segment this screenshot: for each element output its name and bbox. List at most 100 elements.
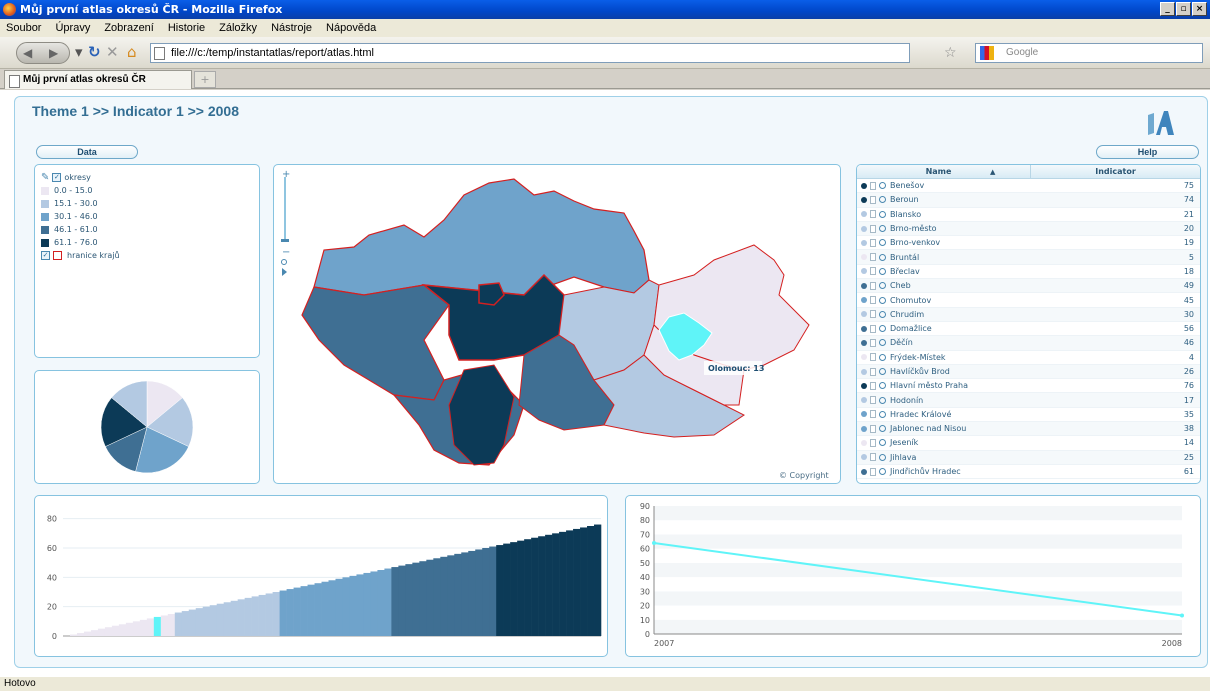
bar[interactable] bbox=[181, 611, 190, 636]
profile-page-icon[interactable] bbox=[870, 253, 876, 262]
menu-zalozky[interactable]: Záložky bbox=[217, 19, 259, 37]
bar[interactable] bbox=[405, 564, 413, 636]
zoom-to-area-icon[interactable] bbox=[879, 410, 886, 418]
bar[interactable] bbox=[440, 556, 448, 636]
zoom-to-area-icon[interactable] bbox=[879, 210, 886, 218]
bar[interactable] bbox=[328, 580, 336, 636]
pan-arrow-icon[interactable] bbox=[282, 268, 287, 276]
zoom-to-area-icon[interactable] bbox=[879, 425, 886, 433]
bar[interactable] bbox=[300, 586, 308, 636]
bar[interactable] bbox=[188, 609, 197, 636]
bar[interactable] bbox=[335, 578, 343, 636]
table-row[interactable]: Hlavní město Praha 76 bbox=[857, 379, 1200, 394]
zoom-to-area-icon[interactable] bbox=[879, 325, 886, 333]
bar[interactable] bbox=[412, 562, 420, 636]
bar[interactable] bbox=[223, 602, 231, 636]
zoom-to-area-icon[interactable] bbox=[879, 468, 886, 476]
profile-page-icon[interactable] bbox=[870, 396, 876, 405]
bar[interactable] bbox=[111, 625, 120, 636]
reload-icon[interactable]: ↻ bbox=[88, 44, 101, 60]
table-row[interactable]: Domažlice 56 bbox=[857, 322, 1200, 337]
menu-nastroje[interactable]: Nástroje bbox=[269, 19, 314, 37]
profile-page-icon[interactable] bbox=[870, 410, 876, 419]
table-row[interactable]: Blansko 21 bbox=[857, 208, 1200, 222]
profile-page-icon[interactable] bbox=[870, 224, 876, 233]
bar[interactable] bbox=[69, 634, 78, 636]
bar[interactable] bbox=[146, 618, 155, 636]
search-input[interactable]: Google bbox=[975, 43, 1203, 63]
maximize-button[interactable]: ▫ bbox=[1176, 2, 1191, 16]
bar[interactable] bbox=[545, 534, 553, 636]
bar[interactable] bbox=[496, 545, 504, 636]
table-row[interactable]: Jeseník 14 bbox=[857, 436, 1200, 451]
stop-icon[interactable]: ✕ bbox=[106, 44, 119, 60]
zoom-to-area-icon[interactable] bbox=[879, 253, 886, 261]
bar[interactable] bbox=[363, 572, 371, 636]
profile-page-icon[interactable] bbox=[870, 453, 876, 462]
bar[interactable] bbox=[370, 571, 378, 636]
zoom-to-area-icon[interactable] bbox=[879, 339, 886, 347]
menu-napoveda[interactable]: Nápověda bbox=[324, 19, 378, 37]
bar[interactable] bbox=[314, 583, 322, 636]
zoom-search-icon[interactable] bbox=[281, 259, 287, 265]
menu-soubor[interactable]: Soubor bbox=[4, 19, 43, 37]
bar[interactable] bbox=[482, 548, 490, 636]
zoom-to-area-icon[interactable] bbox=[879, 196, 886, 204]
profile-page-icon[interactable] bbox=[870, 367, 876, 376]
bar[interactable] bbox=[202, 606, 211, 636]
home-icon[interactable]: ⌂ bbox=[127, 44, 137, 60]
help-button[interactable]: Help bbox=[1096, 145, 1199, 159]
profile-page-icon[interactable] bbox=[870, 296, 876, 305]
bar[interactable] bbox=[132, 621, 141, 636]
column-header-name[interactable]: Name bbox=[887, 165, 990, 178]
sort-asc-icon[interactable]: ▲ bbox=[990, 165, 1030, 178]
table-row[interactable]: Cheb 49 bbox=[857, 279, 1200, 294]
data-button[interactable]: Data bbox=[36, 145, 138, 159]
table-row[interactable]: Brno-město 20 bbox=[857, 221, 1200, 237]
bar[interactable] bbox=[251, 596, 259, 636]
bar[interactable] bbox=[349, 575, 357, 636]
zoom-to-area-icon[interactable] bbox=[879, 382, 886, 390]
table-row[interactable]: Jablonec nad Nisou 38 bbox=[857, 422, 1200, 437]
bar[interactable] bbox=[377, 570, 385, 636]
zoom-to-area-icon[interactable] bbox=[879, 439, 886, 447]
table-row[interactable]: Hodonín 17 bbox=[857, 393, 1200, 408]
profile-page-icon[interactable] bbox=[870, 353, 876, 362]
zoom-to-area-icon[interactable] bbox=[879, 182, 886, 190]
layer-checkbox-okresy[interactable]: ✓ bbox=[52, 173, 62, 182]
bar[interactable] bbox=[531, 537, 539, 636]
bar[interactable] bbox=[279, 590, 287, 636]
bar[interactable] bbox=[153, 616, 162, 636]
table-row[interactable]: Chrudim 30 bbox=[857, 307, 1200, 322]
bar[interactable] bbox=[139, 619, 148, 636]
bar[interactable] bbox=[587, 526, 595, 636]
bar[interactable] bbox=[83, 631, 92, 636]
bar[interactable] bbox=[384, 568, 392, 636]
bar[interactable] bbox=[559, 531, 567, 636]
zoom-slider-handle[interactable] bbox=[281, 239, 289, 242]
new-tab-button[interactable]: + bbox=[194, 71, 216, 88]
bar[interactable] bbox=[272, 592, 280, 636]
profile-page-icon[interactable] bbox=[870, 338, 876, 347]
bar[interactable] bbox=[286, 589, 294, 636]
bar[interactable] bbox=[76, 633, 85, 636]
data-point[interactable] bbox=[1180, 613, 1184, 618]
bar[interactable] bbox=[510, 542, 518, 636]
bar[interactable] bbox=[552, 533, 560, 636]
back-forward-buttons[interactable]: ◀ ▶ bbox=[16, 42, 70, 64]
bar[interactable] bbox=[573, 528, 581, 636]
bar[interactable] bbox=[307, 584, 315, 636]
profile-page-icon[interactable] bbox=[870, 238, 876, 247]
zoom-in-icon[interactable]: + bbox=[282, 169, 290, 180]
zoom-to-area-icon[interactable] bbox=[879, 239, 886, 247]
bar[interactable] bbox=[426, 559, 434, 636]
zoom-to-area-icon[interactable] bbox=[879, 225, 886, 233]
menu-upravy[interactable]: Úpravy bbox=[53, 19, 92, 37]
bar[interactable] bbox=[594, 524, 602, 636]
profile-page-icon[interactable] bbox=[870, 467, 876, 476]
tab-atlas[interactable]: Můj první atlas okresů ČR bbox=[4, 70, 192, 89]
bar[interactable] bbox=[489, 546, 497, 636]
profile-page-icon[interactable] bbox=[870, 210, 876, 219]
profile-page-icon[interactable] bbox=[870, 181, 876, 190]
bar[interactable] bbox=[342, 577, 350, 636]
